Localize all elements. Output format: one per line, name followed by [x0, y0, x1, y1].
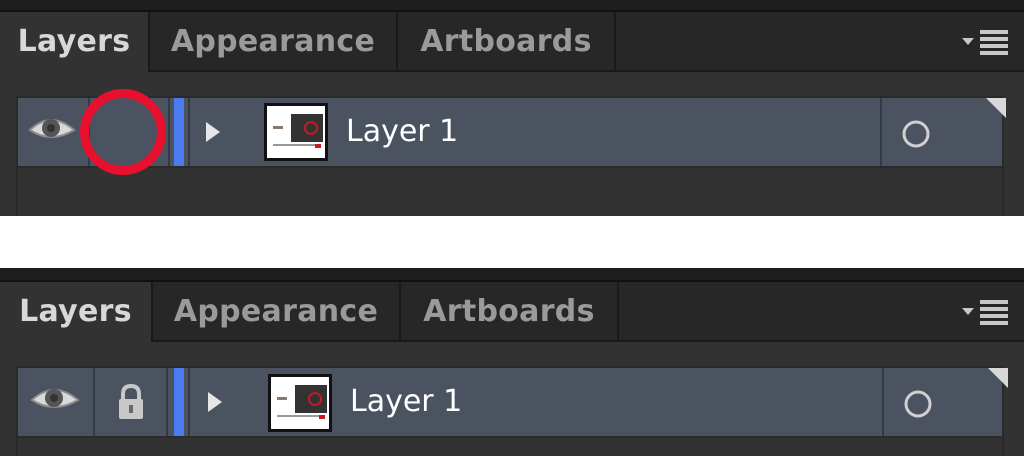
- tab-layers[interactable]: Layers: [0, 282, 153, 342]
- empty-layer-area: [16, 438, 1004, 456]
- empty-layer-area: [16, 168, 1004, 216]
- expand-toggle[interactable]: [188, 98, 266, 166]
- panel-menu-icon[interactable]: [962, 28, 1010, 56]
- tab-artboards[interactable]: Artboards: [401, 282, 619, 340]
- target-circle-icon: [904, 368, 1008, 418]
- layer-color-swatch: [174, 368, 184, 436]
- layer-name[interactable]: Layer 1: [346, 98, 458, 166]
- layer-thumbnail: [264, 103, 328, 161]
- red-annotation-circle: [80, 89, 166, 175]
- panel-menu-icon[interactable]: [962, 298, 1010, 326]
- tab-appearance[interactable]: Appearance: [150, 12, 398, 70]
- layer-name[interactable]: Layer 1: [350, 368, 462, 436]
- target-circle-icon: [902, 98, 1006, 148]
- layer-thumbnail: [268, 374, 332, 432]
- expand-toggle[interactable]: [188, 368, 266, 436]
- layer-color-swatch: [174, 98, 184, 166]
- disclosure-triangle-icon: [208, 392, 222, 412]
- tab-layers[interactable]: Layers: [0, 12, 150, 72]
- lock-toggle[interactable]: [95, 368, 168, 436]
- eye-icon: [30, 389, 80, 408]
- lock-icon: [119, 383, 143, 419]
- tab-appearance[interactable]: Appearance: [153, 282, 401, 340]
- panel-tab-bar: Layers Appearance Artboards: [0, 10, 1024, 72]
- tab-artboards[interactable]: Artboards: [398, 12, 616, 70]
- disclosure-triangle-icon: [206, 122, 220, 142]
- layers-panel-locked: Layers Appearance Artboards Layer 1: [0, 268, 1024, 456]
- visibility-toggle[interactable]: [18, 368, 95, 436]
- panel-tab-bar: Layers Appearance Artboards: [0, 280, 1024, 342]
- layer-row[interactable]: Layer 1: [16, 366, 1008, 438]
- target-toggle[interactable]: [882, 368, 1008, 436]
- target-toggle[interactable]: [880, 98, 1006, 166]
